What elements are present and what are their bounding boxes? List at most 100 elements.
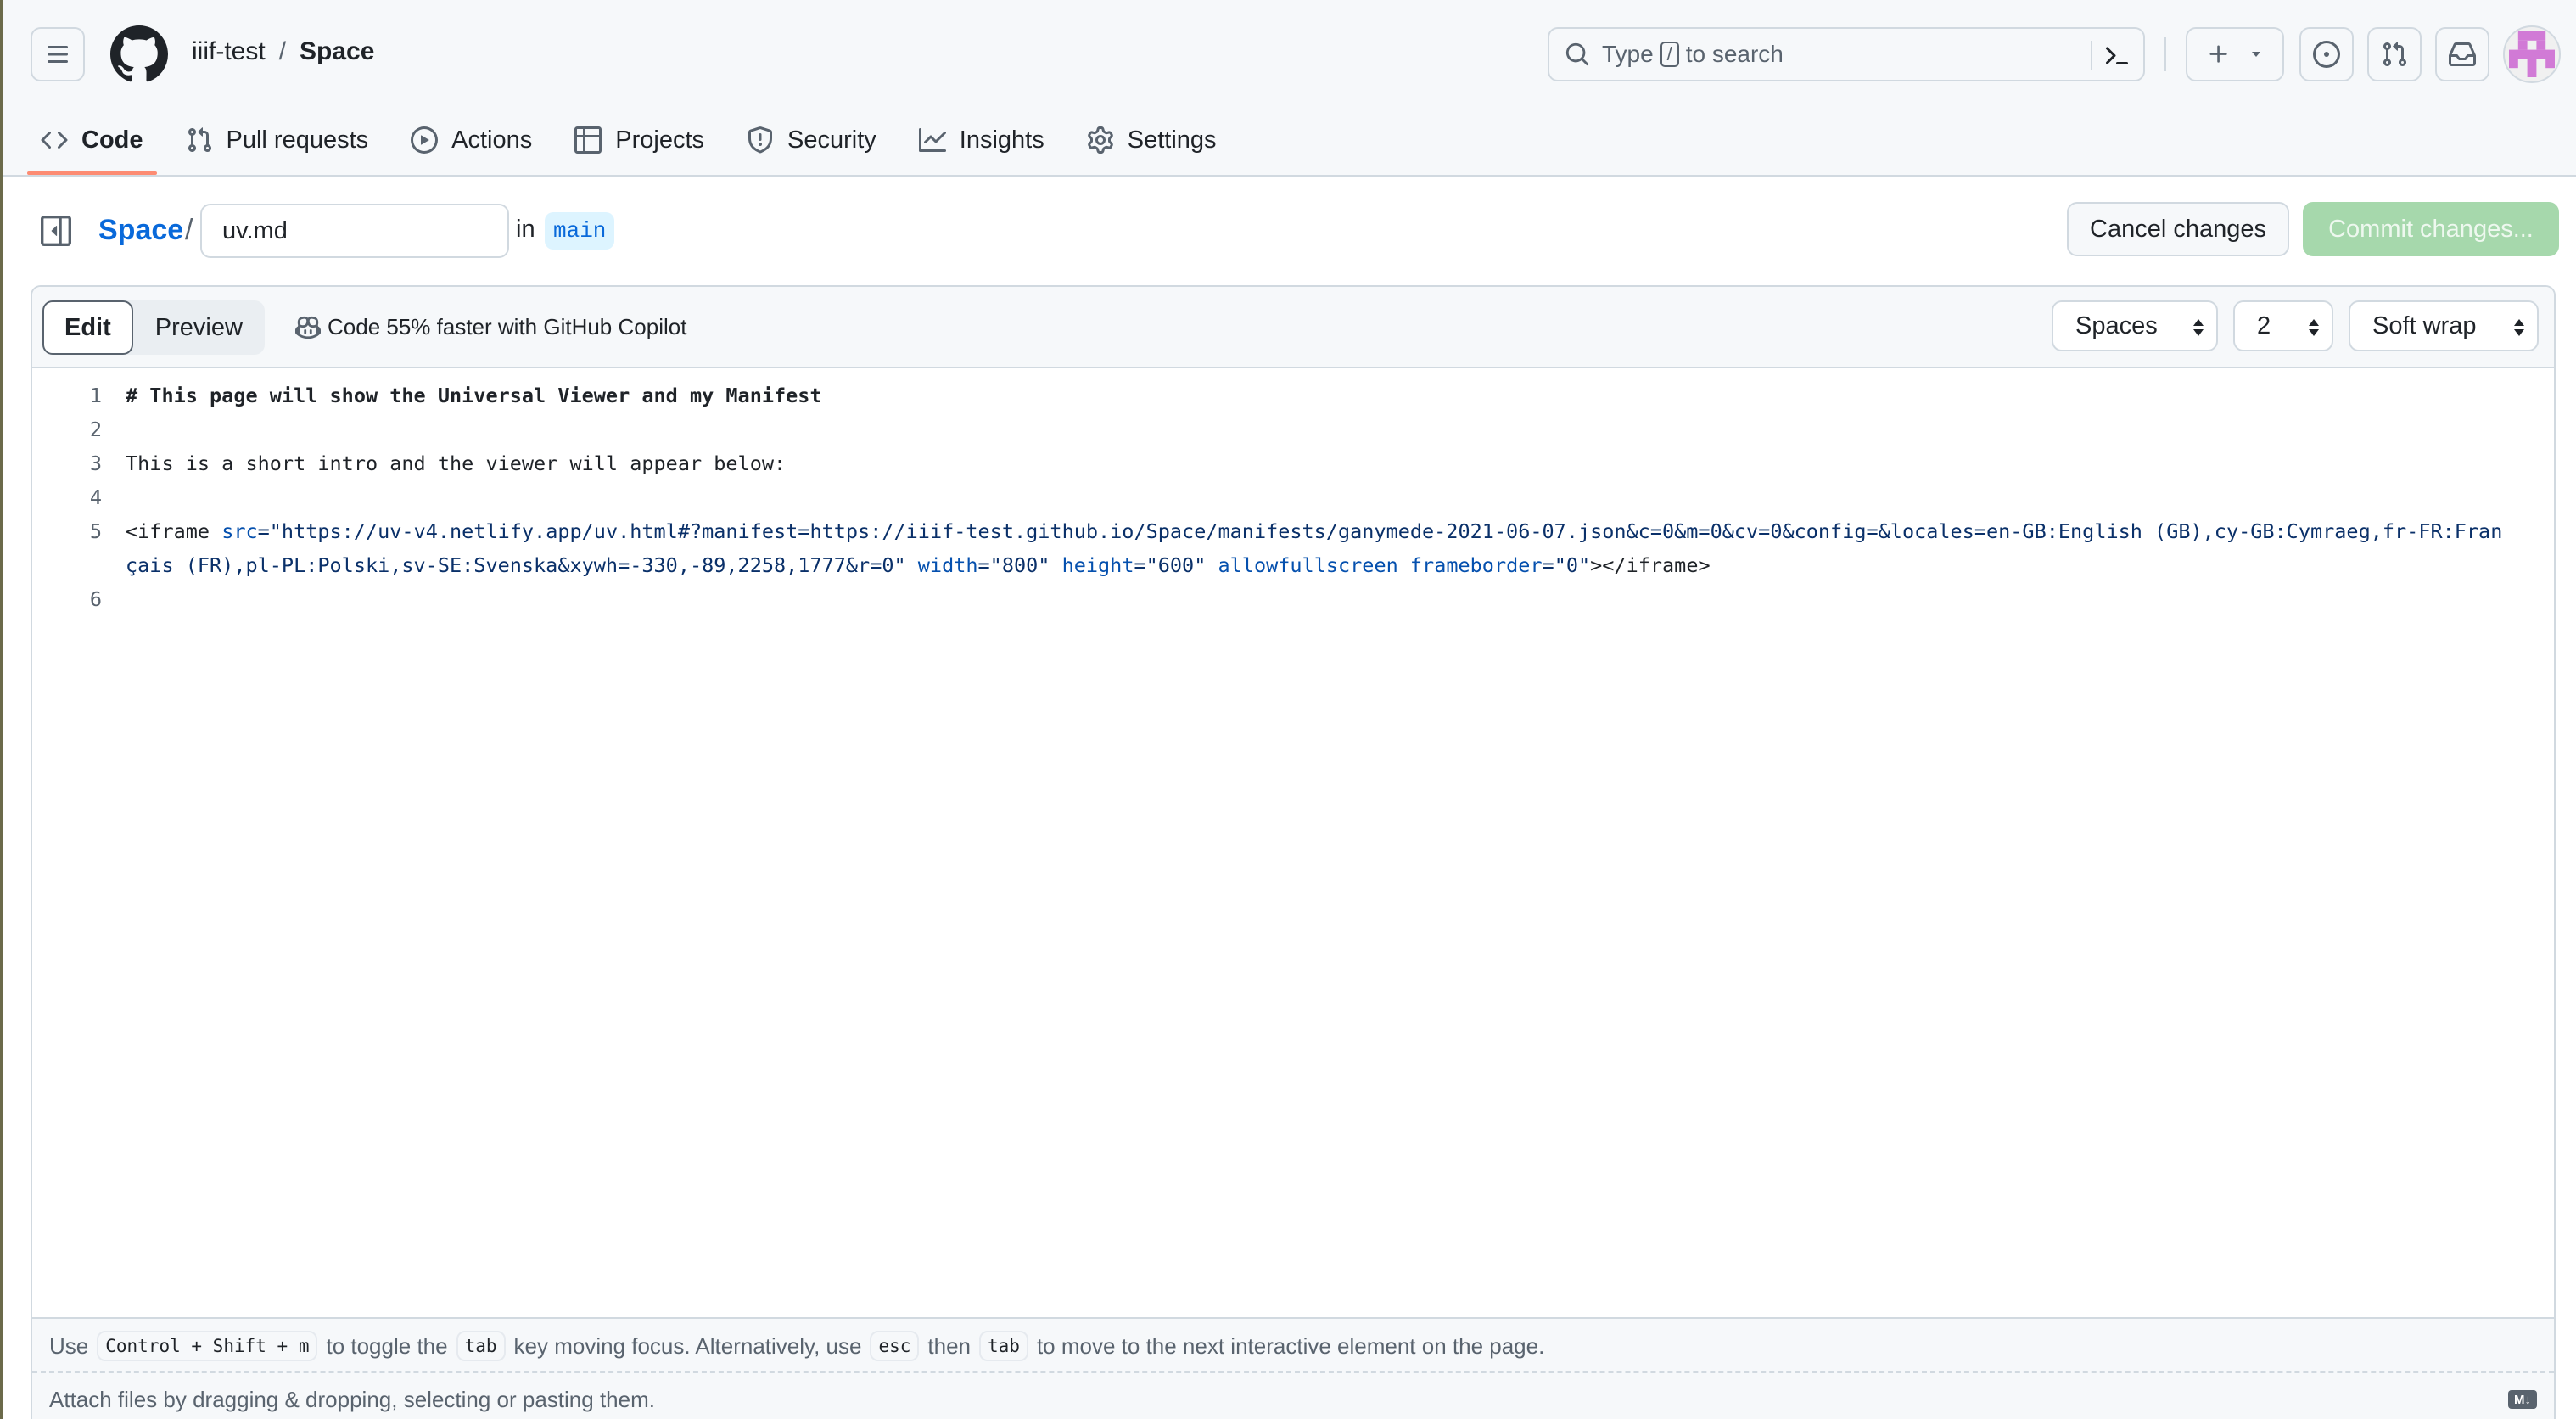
slash-key-hint: / (1660, 42, 1679, 67)
tab-label: Security (787, 126, 876, 154)
code-editor[interactable]: 1 # This page will show the Universal Vi… (32, 368, 2554, 1317)
user-avatar[interactable] (2503, 25, 2561, 83)
tab-edit[interactable]: Edit (42, 300, 133, 355)
hamburger-icon (48, 46, 68, 63)
play-icon (411, 126, 439, 154)
tab-label: Actions (451, 126, 533, 154)
keyboard-hint: Use Control + Shift + m to toggle the ta… (49, 1331, 1544, 1361)
tab-insights[interactable]: Insights (918, 115, 1044, 161)
plus-icon (2209, 45, 2227, 63)
search-placeholder-suffix: to search (1685, 41, 1784, 67)
active-tab-indicator (27, 171, 157, 175)
attr-token: height (1061, 553, 1134, 577)
indent-mode-select[interactable]: Spaces (2052, 300, 2218, 351)
breadcrumb-separator: / (278, 37, 287, 65)
graph-icon (918, 128, 946, 152)
copilot-promo-link[interactable]: Code 55% faster with GitHub Copilot (295, 314, 686, 340)
header-divider (2164, 37, 2166, 71)
tab-settings[interactable]: Settings (1087, 115, 1217, 161)
kbd-tab: tab (979, 1331, 1028, 1361)
line-number: 6 (89, 587, 102, 611)
string-token: ="600" (1134, 553, 1218, 577)
string-token: ="800" (977, 553, 1062, 577)
commit-changes-button[interactable]: Commit changes... (2303, 202, 2559, 256)
command-palette-icon[interactable] (2103, 42, 2130, 70)
tab-label: Pull requests (226, 126, 369, 154)
tab-actions[interactable]: Actions (411, 115, 532, 161)
path-separator: / (185, 214, 193, 246)
hint-text: key moving focus. Alternatively, use (513, 1332, 862, 1359)
table-icon (574, 126, 602, 154)
code-line: 3 This is a short intro and the viewer w… (32, 446, 2554, 480)
create-new-button[interactable] (2186, 27, 2284, 81)
file-editor: Edit Preview Code 55% faster with GitHub… (31, 285, 2556, 1419)
github-logo-icon[interactable] (110, 25, 168, 83)
line-content: <iframe src="https://uv-v4.netlify.app/u… (126, 514, 2503, 582)
code-line: 2 (32, 412, 2554, 446)
wrap-mode-value: Soft wrap (2372, 311, 2477, 339)
repo-breadcrumb: iiif-test / Space (192, 37, 374, 66)
line-number: 2 (89, 418, 102, 441)
line-content: This is a short intro and the viewer wil… (126, 452, 787, 475)
tab-label: Insights (959, 126, 1044, 154)
open-global-navigation-button[interactable] (31, 27, 85, 81)
triangle-down-icon (2252, 52, 2260, 57)
select-arrows-icon (2514, 319, 2524, 336)
attr-token: frameborder (1409, 553, 1543, 577)
code-line: 6 (32, 582, 2554, 616)
repo-name-link[interactable]: Space (300, 37, 374, 66)
tab-projects[interactable]: Projects (574, 115, 704, 161)
search-placeholder-prefix: Type (1602, 41, 1654, 67)
repo-root-link[interactable]: Space (98, 214, 183, 247)
issue-opened-icon (2313, 41, 2340, 68)
cancel-changes-button[interactable]: Cancel changes (2067, 202, 2289, 256)
tag-token: <iframe (126, 519, 222, 543)
code-line: 1 # This page will show the Universal Vi… (32, 379, 2554, 412)
global-header: iiif-test / Space Type / to search Code (3, 0, 2576, 177)
string-token: ="0" (1542, 553, 1591, 577)
git-pull-request-icon (2383, 42, 2407, 67)
hint-text: to move to the next interactive element … (1036, 1332, 1545, 1359)
repo-owner-link[interactable]: iiif-test (192, 37, 266, 66)
code-line: 4 (32, 480, 2554, 514)
notifications-button[interactable] (2435, 27, 2489, 81)
line-content: # This page will show the Universal View… (126, 384, 822, 407)
gear-icon (1087, 126, 1113, 154)
tab-code[interactable]: Code (27, 115, 157, 175)
tab-label: Code (81, 126, 143, 154)
filename-input[interactable] (200, 204, 509, 258)
dashed-divider (32, 1371, 2554, 1373)
in-label: in (516, 216, 535, 243)
tab-security[interactable]: Security (747, 115, 876, 161)
pull-requests-button[interactable] (2367, 27, 2422, 81)
attr-token: src (221, 519, 258, 543)
hint-text: then (927, 1332, 972, 1359)
git-pull-request-icon (188, 127, 211, 153)
tab-preview[interactable]: Preview (133, 300, 265, 355)
line-number: 5 (89, 519, 102, 543)
line-number: 4 (89, 485, 102, 509)
markdown-icon[interactable]: M↓ (2508, 1390, 2537, 1409)
editor-tabs: Edit Preview (42, 300, 265, 355)
attr-token: width (917, 553, 978, 577)
file-name-bar: Space / in main Cancel changes Commit ch… (3, 202, 2576, 260)
tab-label: Projects (615, 126, 705, 154)
search-icon (1565, 42, 1589, 66)
copilot-icon (295, 316, 321, 339)
shield-icon (748, 126, 773, 154)
tab-pull-requests[interactable]: Pull requests (186, 115, 369, 161)
indent-size-select[interactable]: 2 (2233, 300, 2333, 351)
tag-token: ></iframe> (1590, 553, 1711, 577)
sidebar-expand-icon[interactable] (41, 216, 71, 246)
code-line: 5 <iframe src="https://uv-v4.netlify.app… (32, 514, 2554, 577)
search-input[interactable]: Type / to search (1548, 27, 2145, 81)
kbd-tab: tab (456, 1331, 506, 1361)
wrap-mode-select[interactable]: Soft wrap (2349, 300, 2539, 351)
editor-toolbar: Edit Preview Code 55% faster with GitHub… (32, 287, 2554, 368)
attach-files-hint[interactable]: Attach files by dragging & dropping, sel… (49, 1387, 655, 1413)
indent-mode-value: Spaces (2075, 311, 2158, 339)
branch-badge[interactable]: main (545, 212, 615, 250)
hint-text: to toggle the (326, 1332, 448, 1359)
issues-button[interactable] (2299, 27, 2354, 81)
